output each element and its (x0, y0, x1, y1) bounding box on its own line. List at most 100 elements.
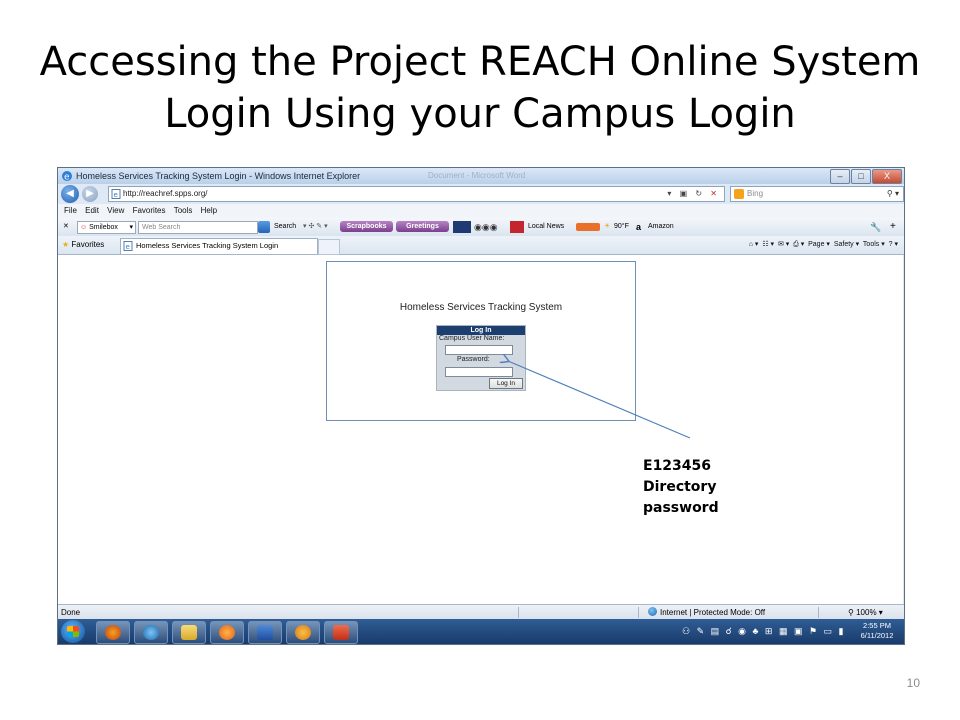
taskbar-ie[interactable] (134, 621, 168, 644)
scrapbooks-button[interactable]: Scrapbooks (340, 221, 393, 232)
menu-tools[interactable]: Tools (174, 206, 193, 215)
stop-icon[interactable]: ✕ (710, 189, 720, 198)
search-box[interactable]: Bing ⚲ ▾ (730, 186, 904, 202)
menu-file[interactable]: File (64, 206, 77, 215)
slide-title-line2: Login Using your Campus Login (164, 91, 796, 137)
home-icon[interactable]: ⌂ ▾ (749, 241, 759, 248)
tab-page-icon: e (123, 241, 133, 251)
tool-icons[interactable]: ▾ ✣ ✎ ▾ (303, 218, 328, 236)
tools-menu[interactable]: Tools (863, 241, 879, 248)
callout-arrow (58, 255, 691, 439)
active-tab[interactable]: e Homeless Services Tracking System Logi… (120, 238, 318, 254)
status-divider (638, 607, 639, 618)
toolbar-close-icon[interactable]: ✕ (63, 218, 69, 236)
security-zone[interactable]: Internet | Protected Mode: Off (648, 605, 765, 620)
smilebox-toolbar: ✕ ☺ Smilebox ▾ Web Search Search ▾ ✣ ✎ ▾… (58, 218, 904, 236)
close-button[interactable]: X (872, 169, 902, 184)
star-icon: ★ (62, 240, 70, 249)
local-news-label[interactable]: Local News (528, 218, 564, 236)
clock-date: 6/11/2012 (860, 631, 894, 640)
menu-view[interactable]: View (107, 206, 124, 215)
favorites-bar: ★ Favorites e Homeless Services Tracking… (58, 236, 904, 255)
taskbar-clock[interactable]: 2:55 PM 6/11/2012 (854, 621, 900, 641)
globe-icon (648, 607, 657, 616)
callout-line2: Directory (643, 479, 717, 495)
callout-line1: E123456 (643, 458, 712, 474)
svg-text:e: e (114, 191, 118, 199)
amazon-label[interactable]: Amazon (648, 218, 674, 236)
svg-text:e: e (64, 173, 70, 183)
search-label[interactable]: Search (274, 218, 296, 236)
favorites-label: Favorites (71, 240, 105, 249)
back-icon[interactable]: ◀ (61, 185, 79, 203)
magnifier-icon: ⚲ (848, 608, 854, 617)
start-button[interactable] (61, 620, 85, 643)
minimize-button[interactable]: – (830, 169, 850, 184)
wrench-icon[interactable]: 🔧 (870, 218, 881, 236)
weather-label[interactable]: 90°F (614, 218, 629, 236)
help-icon[interactable]: ? (889, 241, 893, 248)
smilebox-label: Smilebox (89, 224, 118, 231)
add-icon[interactable]: + (890, 218, 896, 236)
page-icon: e (111, 189, 121, 199)
print-icon[interactable]: ⎙ ▾ (793, 241, 804, 248)
windows-taskbar: ⚇ ✎ ▤ ☌ ◉ ♣ ⊞ ▦ ▣ ⚑ ▭ ▮ 2:55 PM 6/11/201… (58, 619, 904, 644)
address-text: http://reachref.spps.org/ (123, 189, 208, 198)
search-go-icon[interactable] (258, 221, 270, 233)
greetings-button[interactable]: Greetings (396, 221, 449, 232)
tab-title: Homeless Services Tracking System Login (136, 241, 279, 250)
play-icon[interactable] (510, 221, 524, 233)
svg-text:e: e (126, 243, 130, 251)
dropdown-icon[interactable]: ▾ (667, 189, 674, 198)
favorites-button[interactable]: ★ Favorites (62, 236, 104, 254)
windows-logo-icon (67, 626, 79, 637)
taskbar-explorer[interactable] (172, 621, 206, 644)
coupons-icon[interactable] (576, 223, 600, 231)
taskbar-media[interactable] (210, 621, 244, 644)
page-content: Homeless Services Tracking System Log In… (58, 255, 904, 604)
command-bar: ⌂ ▾ ☷ ▾ ✉ ▾ ⎙ ▾ Page ▾ Safety ▾ Tools ▾ … (748, 241, 898, 248)
address-row: ◀ ▶ e http://reachref.spps.org/ ▾ ▣ ↻ ✕ … (58, 184, 904, 204)
app-icon (333, 625, 349, 640)
smilebox-icon: ☺ (80, 224, 88, 231)
search-icon[interactable]: ⚲ ▾ (887, 187, 899, 201)
app-icon (295, 625, 311, 640)
menu-bar: File Edit View Favorites Tools Help (58, 204, 904, 218)
taskbar-app[interactable] (324, 621, 358, 644)
search-provider: Bing (747, 189, 764, 198)
scrollbar[interactable] (903, 255, 904, 604)
chevron-down-icon: ▾ (129, 224, 133, 231)
callout-line3: password (643, 500, 719, 516)
window-title: Homeless Services Tracking System Login … (76, 171, 361, 181)
feeds-icon[interactable]: ☷ ▾ (762, 241, 774, 248)
zoom-level: 100% (856, 608, 877, 617)
mail-icon[interactable]: ✉ ▾ (778, 241, 789, 248)
callout-note: E123456 Directory password (643, 456, 719, 519)
taskbar-app[interactable] (286, 621, 320, 644)
menu-favorites[interactable]: Favorites (133, 206, 166, 215)
ie-taskbar-icon (143, 625, 159, 640)
refresh-icon[interactable]: ↻ (695, 189, 705, 198)
status-text: Done (61, 608, 81, 617)
smilebox-button[interactable]: ☺ Smilebox ▾ (77, 221, 136, 234)
page-number: 10 (906, 676, 920, 690)
compat-icon[interactable]: ▣ (680, 189, 691, 198)
system-tray[interactable]: ⚇ ✎ ▤ ☌ ◉ ♣ ⊞ ▦ ▣ ⚑ ▭ ▮ (682, 619, 846, 644)
maximize-button[interactable]: □ (851, 169, 871, 184)
taskbar-word[interactable] (248, 621, 282, 644)
menu-help[interactable]: Help (201, 206, 217, 215)
address-bar[interactable]: e http://reachref.spps.org/ ▾ ▣ ↻ ✕ (108, 186, 725, 202)
menu-edit[interactable]: Edit (85, 206, 99, 215)
zoom-control[interactable]: ⚲ 100% ▾ (848, 605, 883, 620)
slide-title: Accessing the Project REACH Online Syste… (0, 36, 960, 140)
page-menu[interactable]: Page (808, 241, 824, 248)
player-controls-icon[interactable]: ◉◉◉ (474, 218, 498, 236)
safety-menu[interactable]: Safety (834, 241, 854, 248)
taskbar-firefox[interactable] (96, 621, 130, 644)
new-tab-button[interactable] (318, 239, 340, 255)
media-icon (453, 221, 471, 233)
arrow-line (508, 361, 691, 439)
forward-icon[interactable]: ▶ (82, 186, 98, 202)
web-search-input[interactable]: Web Search (138, 221, 258, 234)
zone-text: Internet | Protected Mode: Off (660, 608, 766, 617)
